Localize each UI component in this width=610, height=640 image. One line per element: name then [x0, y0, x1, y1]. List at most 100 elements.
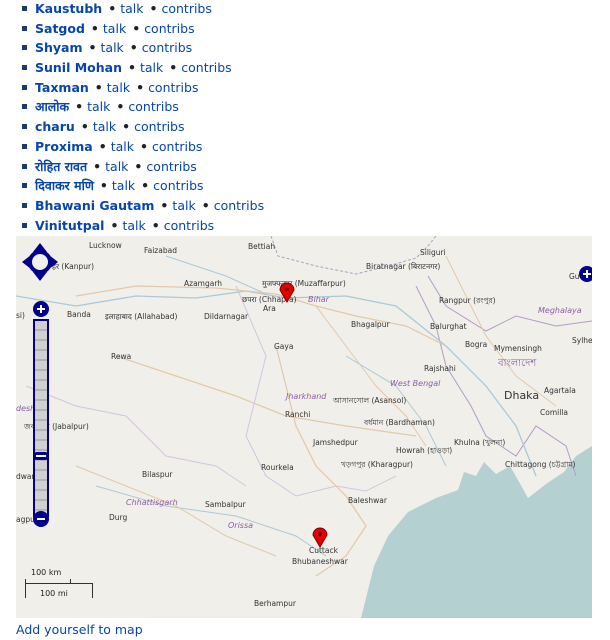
region-bihar: Bihar: [308, 295, 329, 304]
user-link[interactable]: Kaustubh: [35, 1, 102, 16]
separator: •: [160, 197, 169, 213]
place-bhagalpur: Bhagalpur: [351, 320, 390, 329]
user-link[interactable]: दिवाकर मणि: [35, 178, 94, 193]
user-list-item: Satgod • talk • contribs: [22, 20, 264, 40]
map-marker-chhapra[interactable]: [278, 281, 296, 303]
region-orissa: Orissa: [228, 521, 254, 530]
separator: •: [136, 79, 145, 95]
contribs-link[interactable]: contribs: [161, 1, 211, 16]
talk-link[interactable]: talk: [101, 40, 124, 55]
place-mymensingh: Mymensingh: [494, 344, 542, 353]
talk-link[interactable]: talk: [107, 80, 130, 95]
user-list-item: Taxman • talk • contribs: [22, 79, 264, 99]
place-ranchi: Ranchi: [285, 410, 311, 419]
place-sambalpur: Sambalpur: [205, 500, 246, 509]
user-list-item: charu • talk • contribs: [22, 118, 264, 138]
talk-link[interactable]: talk: [122, 218, 145, 233]
place-sylhet: Sylhe: [572, 336, 592, 345]
user-link[interactable]: Bhawani Gautam: [35, 198, 154, 213]
layer-switcher-button[interactable]: [578, 266, 592, 282]
place-dhaka: Dhaka: [504, 389, 540, 402]
separator: •: [108, 1, 117, 16]
user-list-item: Bhawani Gautam • talk • contribs: [22, 197, 264, 217]
user-link[interactable]: Sunil Mohan: [35, 60, 122, 75]
talk-link[interactable]: talk: [112, 178, 135, 193]
bullet-icon: [22, 45, 27, 51]
contribs-link[interactable]: contribs: [164, 218, 214, 233]
place-muzaffarpur: मुजफ्फरपुर (Muzaffarpur): [262, 279, 346, 288]
contribs-link[interactable]: contribs: [214, 198, 264, 213]
talk-link[interactable]: talk: [103, 21, 126, 36]
separator: •: [116, 99, 125, 115]
separator: •: [169, 60, 178, 76]
user-list: Kaustubh • talk • contribs Satgod • talk • contri…: [22, 0, 264, 236]
map-marker-cuttack[interactable]: [311, 526, 329, 548]
place-kharagpur: খড়গপুর (Kharagpur): [341, 460, 413, 469]
place-si: si): [16, 311, 25, 320]
user-list-item: Sunil Mohan • talk • contribs: [22, 59, 264, 79]
contribs-link[interactable]: contribs: [152, 139, 202, 154]
place-bhubaneshwar: Bhubaneshwar: [292, 557, 348, 566]
place-agartala: Agartala: [544, 386, 576, 395]
user-list-item: Shyam • talk • contribs: [22, 39, 264, 59]
user-list-item: Kaustubh • talk • contribs: [22, 0, 264, 20]
region-westbengal: West Bengal: [390, 379, 441, 388]
place-bardhaman: বর্ধমান (Bardhaman): [364, 418, 435, 427]
separator: •: [90, 20, 99, 36]
talk-link[interactable]: talk: [140, 60, 163, 75]
map-view[interactable]: Lucknow Faizabad Bettiah Siliguri हर (Ka…: [16, 236, 592, 618]
user-link[interactable]: आलोक: [35, 99, 69, 114]
talk-link[interactable]: talk: [111, 139, 134, 154]
contribs-link[interactable]: contribs: [134, 119, 184, 134]
place-balurghat: Balurghat: [430, 322, 467, 331]
place-azamgarh: Azamgarh: [184, 279, 223, 288]
contribs-link[interactable]: contribs: [142, 40, 192, 55]
region-chhattisgarh: Chhattisgarh: [126, 498, 178, 507]
user-list-item: Proxima • talk • contribs: [22, 138, 264, 158]
separator: •: [151, 217, 160, 233]
separator: •: [140, 138, 149, 154]
contribs-link[interactable]: contribs: [153, 178, 203, 193]
contribs-link[interactable]: contribs: [128, 99, 178, 114]
zoom-bar[interactable]: [32, 300, 50, 528]
user-list-item: आलोक • talk • contribs: [22, 98, 264, 118]
separator: •: [122, 119, 131, 135]
separator: •: [149, 1, 158, 16]
talk-link[interactable]: talk: [120, 1, 143, 16]
place-durg: Durg: [109, 513, 128, 522]
talk-link[interactable]: talk: [87, 99, 110, 114]
user-link[interactable]: रोहित रावत: [35, 159, 87, 174]
separator: •: [132, 20, 141, 36]
separator: •: [98, 138, 107, 154]
region-meghalaya: Meghalaya: [538, 306, 582, 315]
user-link[interactable]: charu: [35, 119, 75, 134]
contribs-link[interactable]: contribs: [146, 159, 196, 174]
country-bangladesh: বাংলাদেশ: [498, 358, 537, 369]
bullet-icon: [22, 25, 27, 31]
talk-link[interactable]: talk: [93, 119, 116, 134]
contribs-link[interactable]: contribs: [144, 21, 194, 36]
bullet-icon: [22, 65, 27, 71]
user-link[interactable]: Vinitutpal: [35, 218, 104, 233]
place-dildarnagar: Dildarnagar: [204, 312, 249, 321]
place-allahabad: इलाहाबाद (Allahabad): [105, 312, 178, 321]
scale-km-label: 100 km: [31, 568, 62, 577]
contribs-link[interactable]: contribs: [148, 80, 198, 95]
place-ara: Ara: [263, 304, 276, 313]
add-yourself-to-map-link[interactable]: Add yourself to map: [16, 622, 143, 637]
user-link[interactable]: Shyam: [35, 40, 83, 55]
pan-control[interactable]: [21, 242, 59, 282]
contribs-link[interactable]: contribs: [181, 60, 231, 75]
user-link[interactable]: Taxman: [35, 80, 89, 95]
bullet-icon: [22, 104, 27, 110]
region-jharkhand: Jharkhand: [286, 392, 327, 401]
user-link[interactable]: Satgod: [35, 21, 85, 36]
place-banda: Banda: [67, 310, 91, 319]
talk-link[interactable]: talk: [172, 198, 195, 213]
user-link[interactable]: Proxima: [35, 139, 93, 154]
separator: •: [127, 60, 136, 76]
place-khulna: Khulna (খুলনা): [454, 438, 506, 447]
separator: •: [110, 217, 119, 233]
place-rajshahi: Rajshahi: [424, 364, 456, 373]
talk-link[interactable]: talk: [105, 159, 128, 174]
